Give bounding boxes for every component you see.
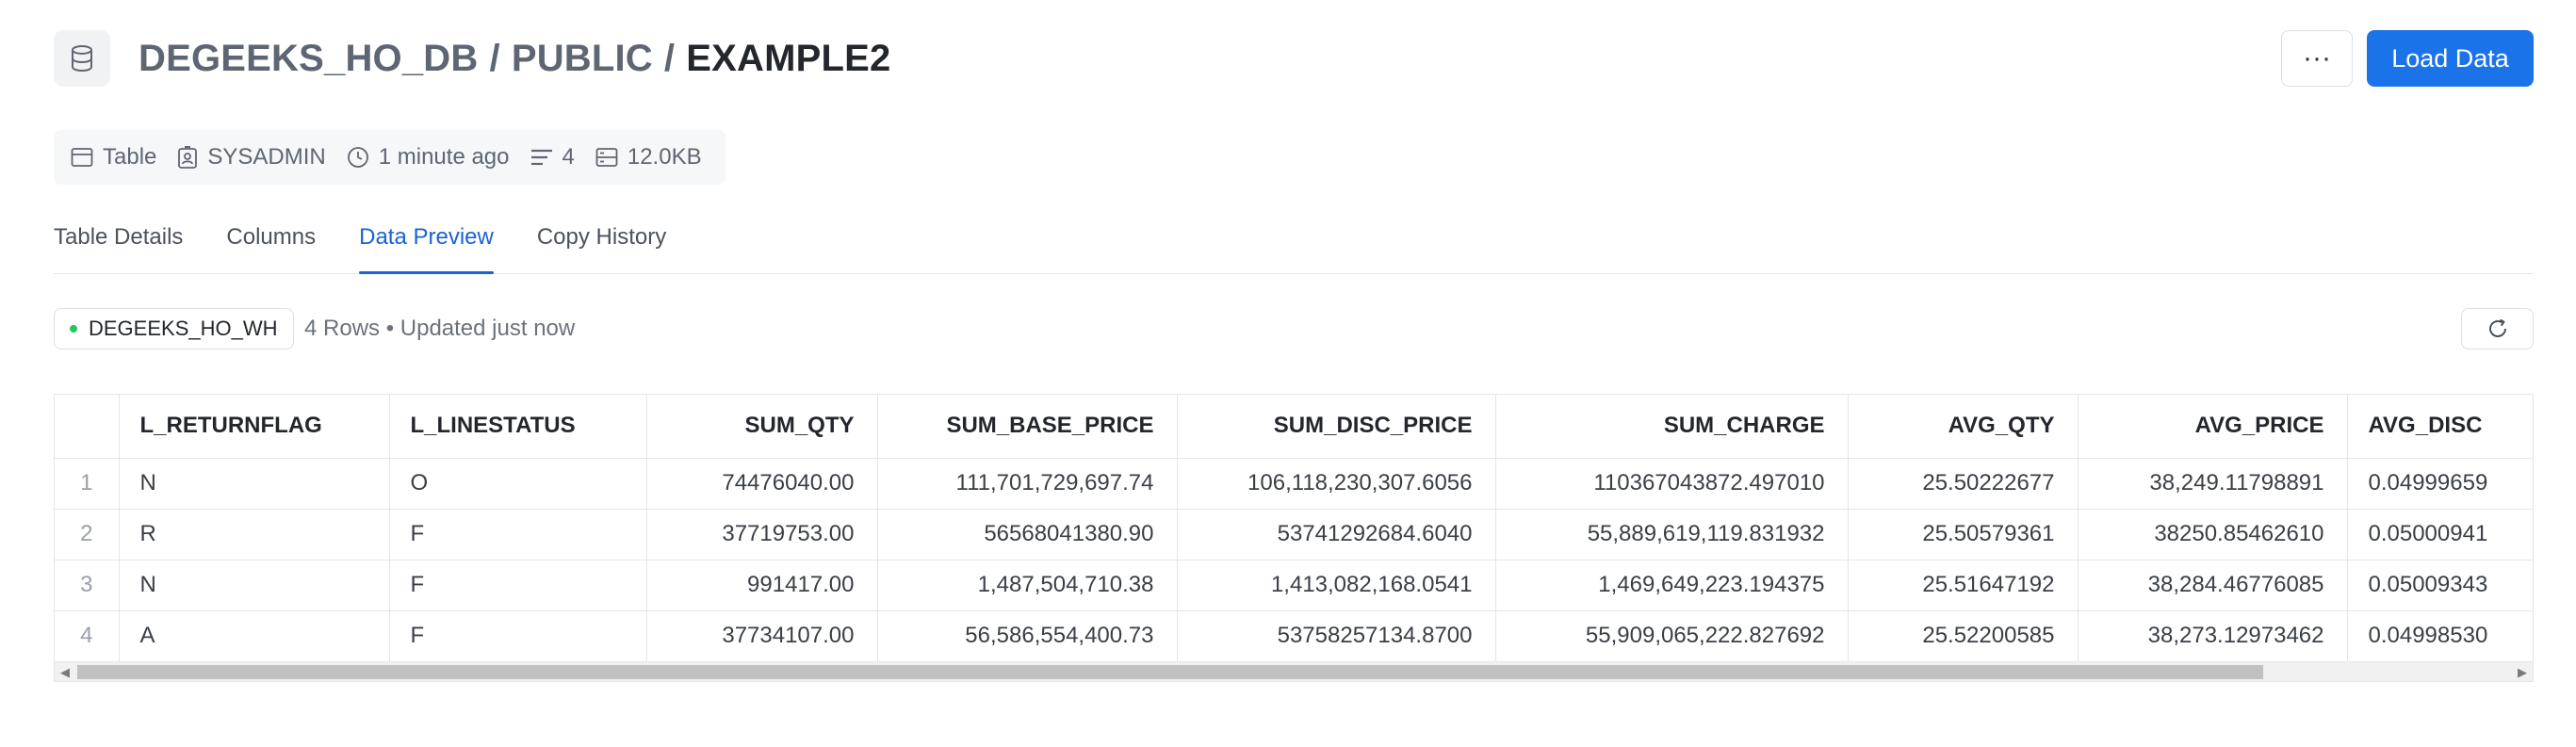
breadcrumb-separator: / (663, 37, 676, 79)
rows-icon (530, 149, 552, 166)
column-header[interactable]: AVG_PRICE (2078, 395, 2348, 459)
table-cell[interactable]: 25.51647192 (1848, 560, 2079, 611)
table-row: 4 A F 37734107.00 56,586,554,400.73 5375… (55, 610, 2533, 662)
ellipsis-icon: ··· (2303, 42, 2331, 73)
table-cell[interactable]: 1,487,504,710.38 (877, 560, 1178, 611)
table-cell[interactable]: F (389, 560, 647, 611)
table-cell[interactable]: A (119, 610, 390, 662)
meta-size: 12.0KB (595, 144, 702, 171)
meta-type-label: Table (103, 144, 157, 170)
table-metadata: Table SYSADMIN 1 minute ago 4 12.0KB (54, 130, 726, 185)
table-cell[interactable]: 38,273.12973462 (2078, 610, 2348, 662)
warehouse-name: DEGEEKS_HO_WH (89, 317, 278, 340)
column-header[interactable]: AVG_QTY (1848, 395, 2079, 459)
table-cell[interactable]: 55,909,065,222.827692 (1495, 610, 1849, 662)
table-cell[interactable]: 0.04999659 (2347, 458, 2533, 510)
meta-columns-count: 4 (562, 144, 575, 170)
more-options-button[interactable]: ··· (2281, 30, 2353, 87)
meta-updated-label: 1 minute ago (378, 144, 510, 170)
table-cell[interactable]: 38,284.46776085 (2078, 560, 2348, 611)
table-row: 1 N O 74476040.00 111,701,729,697.74 106… (55, 458, 2533, 510)
table-cell[interactable]: 0.05009343 (2347, 560, 2533, 611)
meta-owner-label: SYSADMIN (207, 144, 326, 170)
table-cell[interactable]: 0.04998530 (2347, 610, 2533, 662)
table-cell[interactable]: 37734107.00 (646, 610, 878, 662)
table-cell[interactable]: 0.05000941 (2347, 509, 2533, 560)
table-cell[interactable]: 53741292684.6040 (1177, 509, 1496, 560)
row-index: 3 (55, 560, 120, 611)
breadcrumb-table: EXAMPLE2 (686, 37, 891, 79)
meta-columns: 4 (530, 144, 575, 171)
tab-table-details[interactable]: Table Details (54, 211, 183, 273)
table-cell[interactable]: 1,413,082,168.0541 (1177, 560, 1496, 611)
table-cell[interactable]: 106,118,230,307.6056 (1177, 458, 1496, 510)
horizontal-scrollbar[interactable]: ◀ ▶ (54, 662, 2534, 682)
column-header[interactable]: SUM_BASE_PRICE (877, 395, 1178, 459)
column-header[interactable]: SUM_DISC_PRICE (1177, 395, 1496, 459)
column-header[interactable]: L_LINESTATUS (389, 395, 647, 459)
clock-icon (347, 147, 368, 168)
user-badge-icon (178, 146, 198, 169)
table-icon (71, 148, 93, 167)
page-title: DEGEEKS_HO_DB / PUBLIC / EXAMPLE2 (139, 30, 890, 87)
table-cell[interactable]: 38,249.11798891 (2078, 458, 2348, 510)
table-cell[interactable]: R (119, 509, 390, 560)
table-page: DEGEEKS_HO_DB / PUBLIC / EXAMPLE2 ··· Lo… (0, 0, 2576, 747)
status-dot-icon (70, 325, 77, 333)
row-index-header (55, 395, 120, 459)
breadcrumb-schema[interactable]: PUBLIC (512, 38, 653, 80)
breadcrumb-separator: / (489, 37, 500, 79)
table-cell[interactable]: N (119, 560, 390, 611)
table-cell[interactable]: N (119, 458, 390, 510)
storage-icon (595, 148, 618, 167)
table-cell[interactable]: 1,469,649,223.194375 (1495, 560, 1849, 611)
meta-type: Table (71, 144, 156, 171)
table-row: 3 N F 991417.00 1,487,504,710.38 1,413,0… (55, 560, 2533, 611)
table-cell[interactable]: F (389, 509, 647, 560)
table-cell[interactable]: 25.50579361 (1848, 509, 2079, 560)
table-cell[interactable]: 55,889,619,119.831932 (1495, 509, 1849, 560)
table-cell[interactable]: 25.52200585 (1848, 610, 2079, 662)
table-cell[interactable]: O (389, 458, 647, 510)
table-header-row: L_RETURNFLAG L_LINESTATUS SUM_QTY SUM_BA… (55, 395, 2533, 459)
refresh-button[interactable] (2461, 308, 2534, 349)
table-cell[interactable]: 56,586,554,400.73 (877, 610, 1178, 662)
table-cell[interactable]: F (389, 610, 647, 662)
column-header[interactable]: SUM_CHARGE (1495, 395, 1849, 459)
row-index: 1 (55, 458, 120, 510)
meta-updated: 1 minute ago (347, 144, 510, 171)
warehouse-selector[interactable]: DEGEEKS_HO_WH (54, 308, 294, 349)
table-cell[interactable]: 37719753.00 (646, 509, 878, 560)
meta-size-label: 12.0KB (627, 144, 702, 170)
column-header[interactable]: SUM_QTY (646, 395, 878, 459)
table-cell[interactable]: 991417.00 (646, 560, 878, 611)
tab-copy-history[interactable]: Copy History (537, 211, 666, 273)
table-cell[interactable]: 38250.85462610 (2078, 509, 2348, 560)
column-header[interactable]: L_RETURNFLAG (119, 395, 390, 459)
tab-data-preview[interactable]: Data Preview (359, 211, 494, 274)
scrollbar-thumb[interactable] (77, 665, 2263, 679)
breadcrumb-database[interactable]: DEGEEKS_HO_DB (139, 38, 478, 80)
table-cell[interactable]: 74476040.00 (646, 458, 878, 510)
data-preview-table: L_RETURNFLAG L_LINESTATUS SUM_QTY SUM_BA… (54, 394, 2534, 682)
table-row: 2 R F 37719753.00 56568041380.90 5374129… (55, 509, 2533, 560)
row-count-status: 4 Rows • Updated just now (304, 316, 576, 341)
refresh-icon (2488, 318, 2506, 337)
table-cell[interactable]: 25.50222677 (1848, 458, 2079, 510)
scroll-left-icon[interactable]: ◀ (60, 665, 70, 679)
column-header[interactable]: AVG_DISC (2347, 395, 2533, 459)
meta-owner: SYSADMIN (177, 144, 326, 171)
table-cell[interactable]: 111,701,729,697.74 (877, 458, 1178, 510)
table-cell[interactable]: 53758257134.8700 (1177, 610, 1496, 662)
load-data-button[interactable]: Load Data (2367, 30, 2534, 87)
scroll-right-icon[interactable]: ▶ (2518, 665, 2527, 679)
row-index: 4 (55, 610, 120, 662)
database-icon (54, 30, 110, 87)
row-index: 2 (55, 509, 120, 560)
table-cell[interactable]: 110367043872.497010 (1495, 458, 1849, 510)
tab-bar: Table Details Columns Data Preview Copy … (54, 211, 2534, 274)
table-cell[interactable]: 56568041380.90 (877, 509, 1178, 560)
tab-columns[interactable]: Columns (226, 211, 316, 273)
